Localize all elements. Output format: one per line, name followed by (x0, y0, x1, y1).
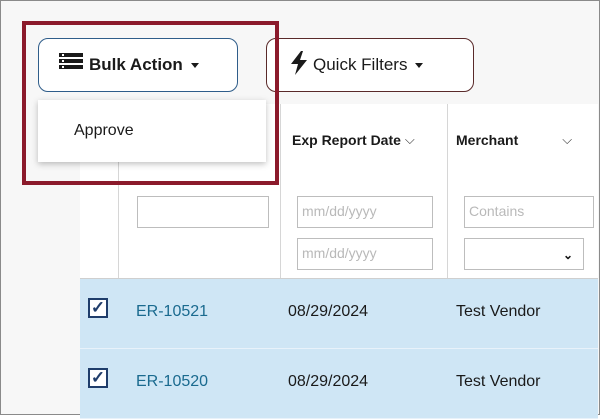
table-row[interactable]: ✓ ER-10521 08/29/2024 Test Vendor (80, 279, 598, 349)
merchant-cell: Test Vendor (456, 373, 541, 390)
exp-report-date-from-input[interactable]: mm/dd/yyyy (297, 196, 433, 228)
column-divider (280, 104, 281, 278)
quick-filters-button[interactable]: Quick Filters (266, 38, 474, 92)
chevron-down-icon: ⌵ (562, 132, 573, 147)
exp-report-date-cell: 08/29/2024 (288, 373, 369, 390)
id-filter-input[interactable] (137, 196, 269, 228)
merchant-cell: Test Vendor (456, 303, 541, 320)
merchant-filter-input[interactable]: Contains (464, 196, 594, 228)
merchant-filter-select[interactable]: ⌄ (464, 238, 584, 270)
report-id-link[interactable]: ER-10520 (136, 373, 208, 391)
report-id-link[interactable]: ER-10521 (136, 303, 208, 321)
row-checkbox[interactable]: ✓ (88, 368, 108, 388)
lightning-bolt-icon (291, 50, 307, 80)
column-divider (447, 104, 448, 278)
chevron-down-icon: ⌵ (404, 132, 415, 147)
column-header-exp-report-date[interactable]: Exp Report Date ⌵ (292, 132, 415, 148)
exp-report-date-cell: 08/29/2024 (288, 303, 369, 320)
row-checkbox[interactable]: ✓ (88, 298, 108, 318)
highlight-box (22, 21, 279, 185)
table-row[interactable]: ✓ ER-10520 08/29/2024 Test Vendor (80, 349, 598, 419)
quick-filters-label: Quick Filters (313, 55, 408, 74)
column-header-merchant[interactable]: Merchant ⌵ (456, 132, 572, 148)
exp-report-date-to-input[interactable]: mm/dd/yyyy (297, 238, 433, 270)
caret-down-icon (415, 62, 424, 68)
chevron-down-icon: ⌄ (562, 248, 573, 262)
